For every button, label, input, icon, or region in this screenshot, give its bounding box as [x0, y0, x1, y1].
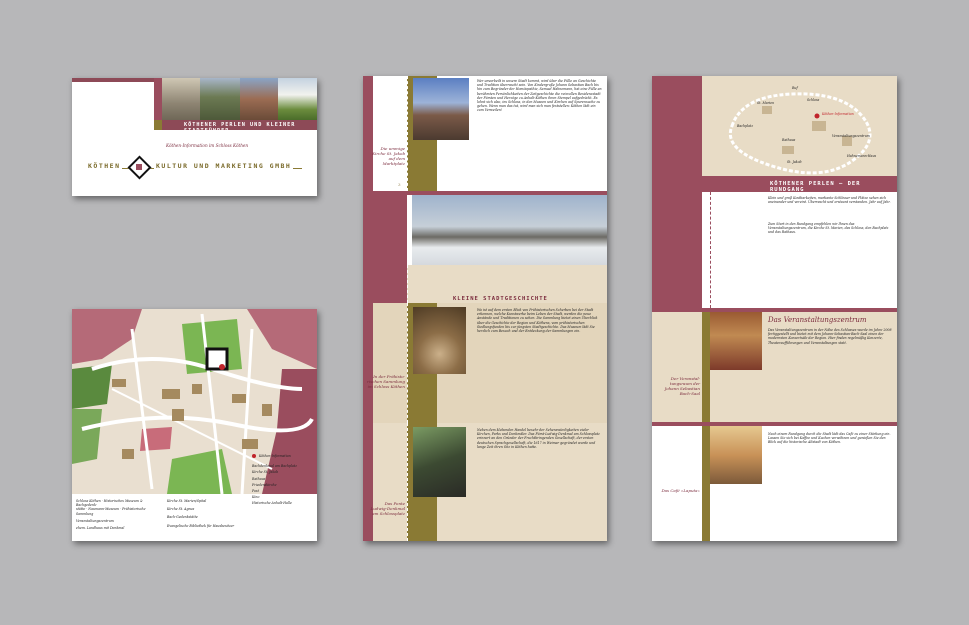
right-text-4: Nach einem Rundgang durch die Stadt lädt…	[768, 432, 891, 445]
card-photo-church	[240, 78, 278, 120]
right-left-maroon-2	[652, 192, 702, 308]
koethen-logo-icon-inner	[136, 164, 142, 170]
legend-col-2: Kirche St. Marien/Spital Kirche St. Agnu…	[167, 499, 247, 528]
map-label: St. Marien	[757, 101, 775, 105]
right-olive-4	[702, 426, 710, 541]
mid-photo-winter	[412, 195, 607, 265]
map-label: Bachplatz	[737, 124, 754, 128]
right-header: KÖTHENER PERLEN — DER RUNDGANG	[770, 181, 861, 193]
mid-photo-church	[413, 78, 469, 140]
card-photo-trees	[200, 78, 240, 120]
mid-text-2: Wo ist auf dem ersten Blick von Prähisto…	[477, 308, 598, 334]
legend-col-3: Köthen-Information Bachdenkmal am Bachpl…	[252, 454, 314, 506]
city-map-sheet: Schloss Köthen · Historisches Museum & B…	[72, 309, 317, 541]
legend-item: Kirche St. Marien/Spital	[167, 499, 207, 503]
legend-marker: Köthen-Information	[252, 454, 314, 459]
right-text-2: Zum Start in den Rundgang empfehlen wir …	[768, 222, 889, 235]
right-olive-3	[702, 312, 710, 422]
legend-item: Kirche St. Jakob	[252, 470, 279, 475]
mid-section-title: KLEINE STADTGESCHICHTE	[453, 296, 548, 302]
legend-col-1: Schloss Köthen · Historisches Museum & B…	[76, 499, 156, 530]
legend-item: Friedenskirche	[252, 482, 277, 487]
mid-left-maroon-2	[363, 191, 407, 303]
card-logo-left: KÖTHEN	[88, 162, 123, 170]
mid-caption-2: In der Prähisto-rischen Sammlung im Schl…	[367, 374, 405, 389]
legend-marker-label: Köthen-Information	[259, 454, 291, 458]
card-right-maroon	[154, 78, 162, 120]
right-caption-2: Das Café »Laputa«	[661, 488, 700, 493]
mid-divider-4	[407, 423, 408, 541]
right-photo-cafe	[710, 426, 762, 484]
mid-photo-vase	[413, 307, 466, 374]
map-label: Schloss	[807, 98, 820, 102]
legend-item: Bach-Gedenkstätte	[167, 515, 198, 520]
map-legend: Schloss Köthen · Historisches Museum & B…	[72, 454, 317, 541]
card-photo-portrait	[162, 78, 200, 120]
legend-item: Evangelische Bibliothek für Hausbesitzer	[167, 523, 235, 528]
legend-item: Rathaus	[252, 476, 266, 481]
legend-item: Kino	[252, 495, 260, 500]
right-photo-hall	[710, 312, 762, 370]
legend-item: Bachdenkmal am Bachplatz	[252, 464, 297, 469]
map-label: St. Jakob	[787, 160, 802, 164]
map-label: Köthen-Information	[822, 112, 854, 116]
right-top-maroon	[652, 76, 702, 176]
right-text-1: Klein und groß Kostbarkeiten, markante S…	[768, 196, 891, 205]
right-divider-2	[710, 192, 711, 308]
card-band-title: KÖTHENER PERLEN UND KLEINER STADTFÜHRER	[184, 122, 296, 134]
card-left-block	[72, 82, 154, 124]
legend-item: stätte · Naumann-Museum · Prähistorische…	[76, 507, 146, 516]
info-marker-icon	[252, 454, 256, 459]
card-logo-right: KULTUR UND MARKETING GMBH	[154, 162, 294, 170]
legend-item: Schloss Köthen · Historisches Museum & B…	[76, 499, 143, 508]
brochure-tour: St. Marien Ruf Schloss Köthen-Informatio…	[652, 76, 897, 541]
tour-map-labels: St. Marien Ruf Schloss Köthen-Informatio…	[702, 76, 897, 176]
mid-text-1: Wer unvorbeilt in unsere Stadt kommt, wi…	[477, 79, 602, 113]
mid-page-num: 3	[398, 182, 401, 187]
legend-item: Kirche St. Agnus	[167, 507, 195, 512]
mid-left-maroon-4	[363, 423, 373, 541]
mid-left-maroon-3	[363, 303, 373, 423]
legend-item: ehem. Landhaus mit Denkmal	[76, 526, 125, 531]
mid-divider-1	[407, 76, 408, 191]
mid-left-maroon-1	[363, 76, 373, 191]
legend-item: Post	[252, 489, 259, 494]
legend-item: Historische Anhalt-Halle	[252, 501, 292, 506]
legend-item: Veranstaltungszentrum	[76, 518, 114, 523]
card-photo-garden	[278, 78, 317, 120]
mid-divider-3	[407, 303, 408, 423]
map-label: Hahnemann-Haus	[847, 154, 877, 158]
mid-caption-1: Die ummige Kirche St. Jakob auf dem Mark…	[372, 146, 405, 166]
right-caption-1: Der Veranstal-tungsraum der Johann Sebas…	[664, 376, 700, 396]
right-section-1: Das Veranstaltungszentrum	[768, 316, 867, 324]
map-label: Rathaus	[782, 138, 796, 142]
mid-divider-2	[407, 195, 408, 303]
brochure-history: Die ummige Kirche St. Jakob auf dem Mark…	[363, 76, 607, 541]
mid-text-3: Neben dem klebenden Handel besehr der Se…	[477, 428, 600, 449]
mid-caption-3: Das Ponte Ludwig-Denkmal am Schlossplatz	[370, 501, 405, 516]
map-label: Veranstaltungszentrum	[832, 134, 870, 138]
business-card: KÖTHENER PERLEN UND KLEINER STADTFÜHRER …	[72, 78, 317, 196]
card-olive-block	[154, 120, 162, 130]
card-subtitle: Köthen-Information im Schloss Köthen	[166, 143, 249, 148]
map-label: Ruf	[792, 86, 798, 90]
mid-photo-statue	[413, 427, 466, 497]
right-text-3: Das Veranstaltungszentrum in der Nähe de…	[768, 328, 892, 345]
